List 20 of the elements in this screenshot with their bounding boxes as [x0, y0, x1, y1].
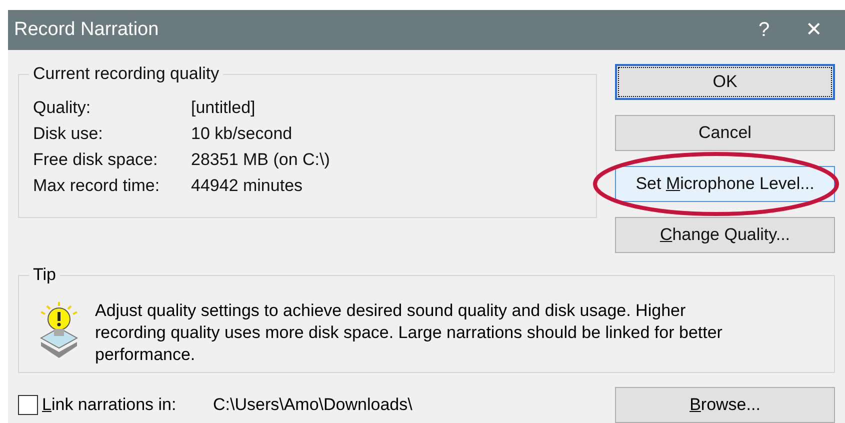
tip-text: Adjust quality settings to achieve desired sound quality and disk usage. Higher recording quality uses more disk space. Large narrations should be linked for better performance.	[95, 300, 724, 366]
browse-button[interactable]: Browse...	[615, 387, 835, 423]
checkbox-label[interactable]: Link narrations in:	[42, 392, 176, 418]
field-value: 44942 minutes	[191, 174, 304, 197]
field-label: Free disk space:	[33, 148, 159, 171]
help-button[interactable]: ?	[739, 14, 789, 45]
field-value: 10 kb/second	[191, 122, 294, 145]
field-value: [untitled]	[191, 96, 256, 119]
window-title: Record Narration	[14, 18, 160, 42]
folder-path: C:\Users\Amo\Downloads\	[213, 394, 414, 416]
dialog-button[interactable]: Set Microphone Level...	[615, 166, 835, 202]
field-label: Disk use:	[33, 122, 104, 145]
dialog-button[interactable]: Cancel	[615, 114, 835, 151]
checkbox[interactable]	[18, 395, 38, 415]
field-label: Max record time:	[33, 174, 161, 197]
dialog-button[interactable]: OK	[615, 64, 835, 100]
dialog-button[interactable]: Change Quality...	[615, 216, 835, 253]
field-label: Quality:	[33, 96, 92, 119]
field-value: 28351 MB (on C:\)	[191, 148, 331, 171]
close-button[interactable]: ✕	[789, 14, 839, 45]
